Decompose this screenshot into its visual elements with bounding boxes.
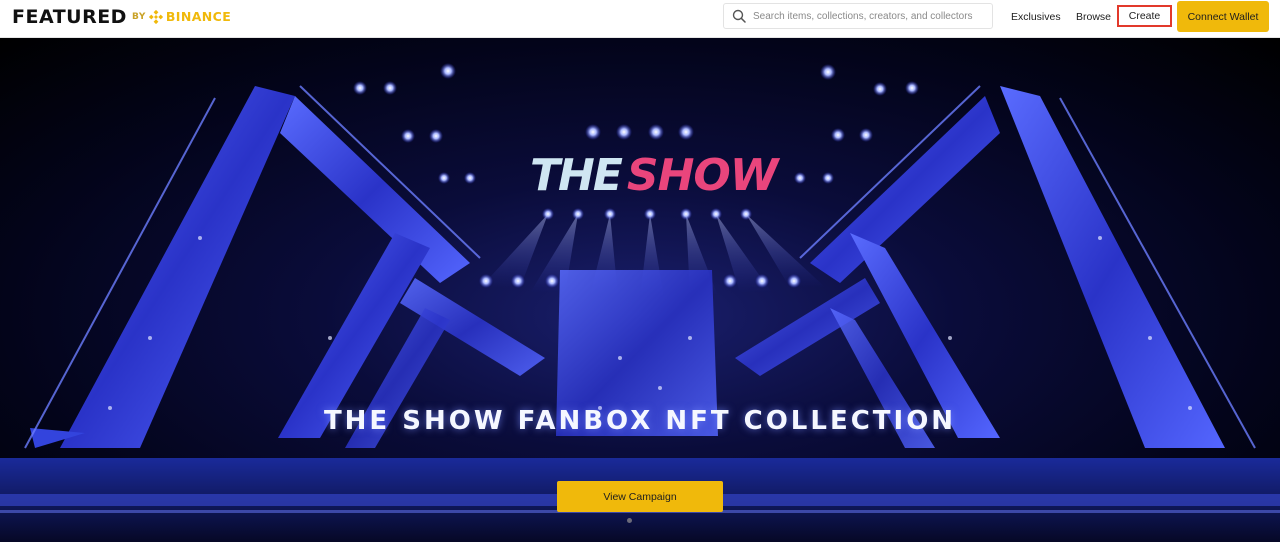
logo-the-text: THE [530, 150, 623, 201]
binance-diamond-icon [148, 10, 163, 24]
nav-create-link[interactable]: Create [1117, 5, 1172, 27]
search-box[interactable] [723, 3, 993, 29]
the-show-logo: THE SHOW [530, 150, 778, 202]
brand-by-text: BY [131, 12, 146, 22]
carousel-indicator-dot[interactable] [627, 518, 632, 523]
nav-exclusives-link[interactable]: Exclusives [1011, 10, 1061, 24]
brand-binance-text: BINANCE [165, 9, 232, 24]
view-campaign-button[interactable]: View Campaign [557, 481, 723, 512]
logo-show-text: SHOW [626, 150, 778, 201]
brand-featured-text: FEATURED [12, 6, 127, 28]
search-icon [732, 9, 746, 23]
brand-logo-link[interactable]: FEATURED BY BINANCE [12, 5, 231, 29]
search-input[interactable] [753, 5, 992, 27]
hero-title: THE SHOW FANBOX NFT COLLECTION [323, 406, 957, 436]
nav-browse-link[interactable]: Browse [1076, 10, 1111, 24]
connect-wallet-button[interactable]: Connect Wallet [1177, 1, 1269, 32]
stage-background-image [0, 63, 1280, 542]
hero-banner: THE SHOW THE SHOW FANBOX NFT COLLECTION … [0, 38, 1280, 542]
top-navigation-bar: FEATURED BY BINANCE Exclusives Browse Cr… [0, 0, 1280, 38]
